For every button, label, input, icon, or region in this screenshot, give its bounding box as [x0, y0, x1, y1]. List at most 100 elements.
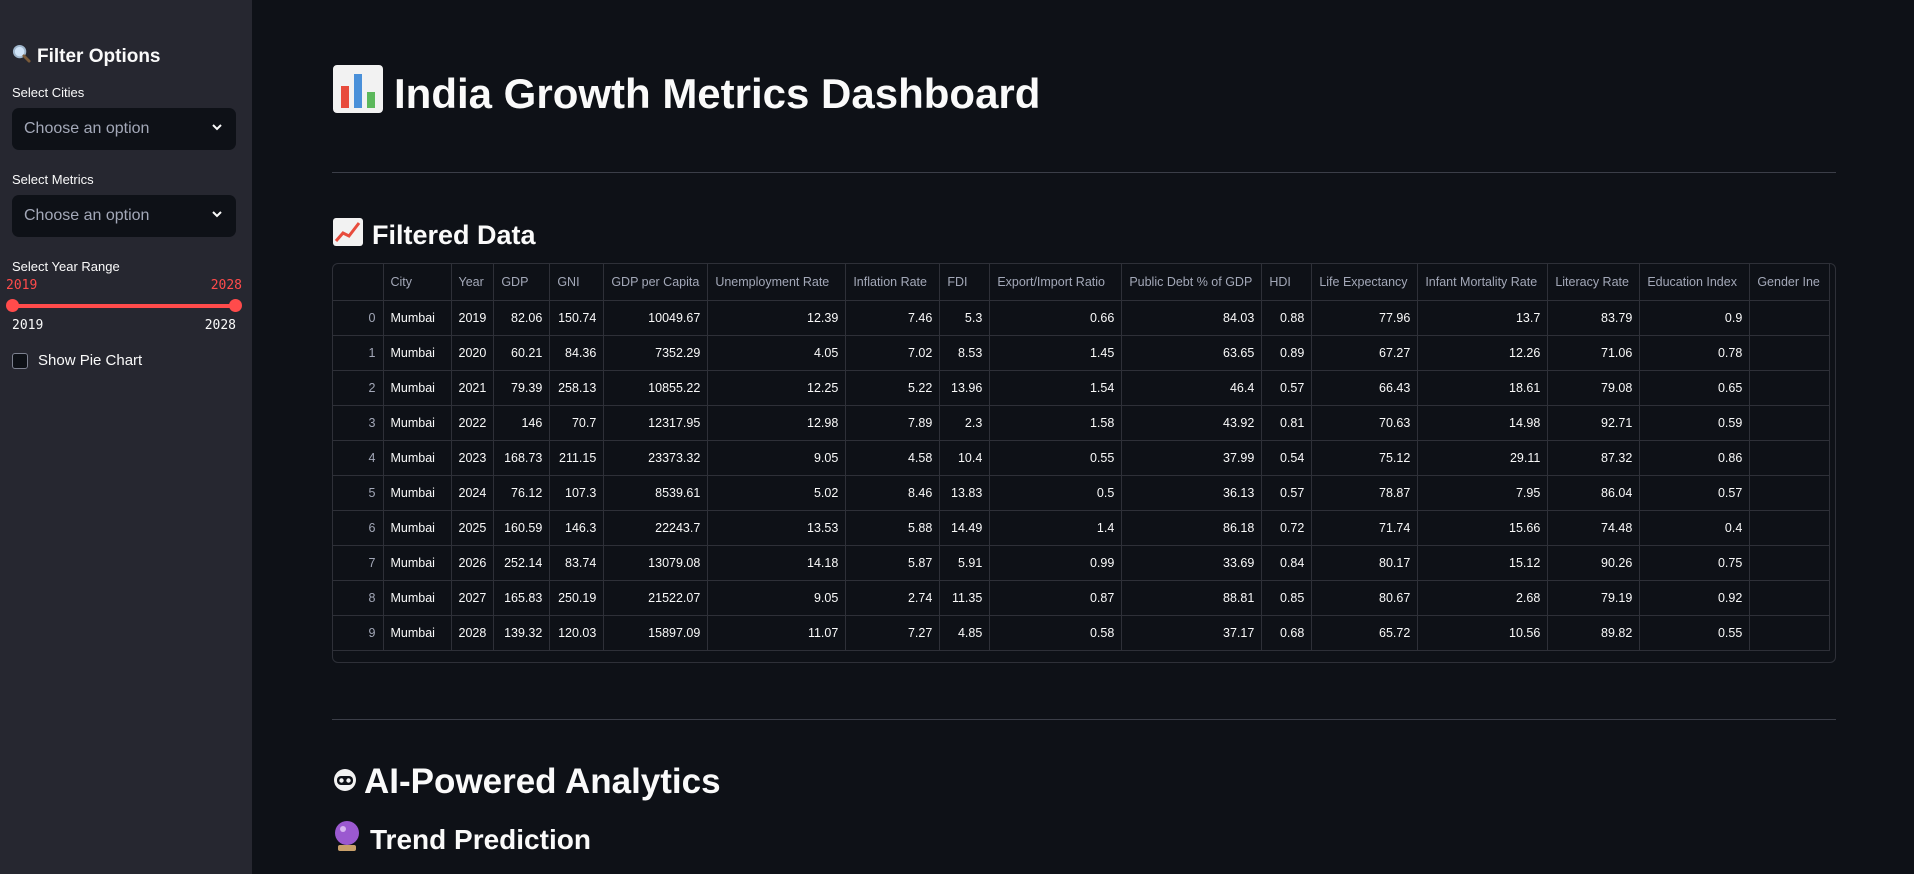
table-cell[interactable]: 14.49 — [939, 510, 991, 546]
table-cell[interactable]: 0.68 — [1261, 615, 1313, 651]
table-cell[interactable]: 165.83 — [493, 580, 551, 616]
row-index-cell[interactable]: 2 — [333, 370, 384, 406]
column-header[interactable]: GDP — [493, 264, 551, 301]
table-cell[interactable]: 0.92 — [1639, 580, 1751, 616]
table-cell[interactable]: Mumbai — [383, 440, 452, 476]
table-cell[interactable]: 84.36 — [549, 335, 605, 371]
table-cell[interactable]: 36.13 — [1121, 475, 1263, 511]
table-cell[interactable]: 70.7 — [549, 405, 605, 441]
table-cell[interactable]: 80.67 — [1311, 580, 1419, 616]
table-cell[interactable]: 65.72 — [1311, 615, 1419, 651]
table-cell[interactable]: 146.3 — [549, 510, 605, 546]
table-cell[interactable]: 0.55 — [989, 440, 1123, 476]
table-cell[interactable]: 150.74 — [549, 300, 605, 336]
table-cell[interactable]: 1.4 — [989, 510, 1123, 546]
table-cell[interactable]: 252.14 — [493, 545, 551, 581]
table-cell[interactable]: 37.99 — [1121, 440, 1263, 476]
table-cell[interactable]: 139.32 — [493, 615, 551, 651]
table-cell[interactable]: 2.68 — [1417, 580, 1549, 616]
table-cell[interactable]: 107.3 — [549, 475, 605, 511]
table-cell[interactable]: 12.39 — [707, 300, 847, 336]
table-cell[interactable]: 79.19 — [1547, 580, 1641, 616]
table-cell[interactable]: 0.87 — [989, 580, 1123, 616]
table-row[interactable]: 0 Mumbai 2019 82.06 150.74 10049.67 12.39 7.46 5… — [333, 300, 1831, 336]
table-cell[interactable]: 88.81 — [1121, 580, 1263, 616]
table-cell[interactable]: 7.46 — [845, 300, 941, 336]
column-header[interactable]: Infant Mortality Rate — [1417, 264, 1549, 301]
table-cell[interactable]: 0.54 — [1261, 440, 1313, 476]
table-cell[interactable]: Mumbai — [383, 300, 452, 336]
column-header[interactable]: Export/Import Ratio — [989, 264, 1123, 301]
table-cell[interactable]: 11.07 — [707, 615, 847, 651]
table-cell[interactable]: 5.91 — [939, 545, 991, 581]
table-cell[interactable]: 7.89 — [845, 405, 941, 441]
table-cell[interactable]: 23373.32 — [603, 440, 709, 476]
table-cell[interactable]: 12.98 — [707, 405, 847, 441]
table-cell[interactable]: 8.46 — [845, 475, 941, 511]
table-cell[interactable]: 0.78 — [1639, 335, 1751, 371]
table-cell[interactable]: 90.26 — [1547, 545, 1641, 581]
table-cell[interactable]: 0.57 — [1261, 370, 1313, 406]
table-cell[interactable]: 0.88 — [1261, 300, 1313, 336]
table-cell[interactable]: 2026 — [451, 545, 495, 581]
table-cell[interactable] — [1749, 405, 1831, 441]
year-range-slider[interactable]: 2019 2028 2019 2028 — [6, 278, 242, 338]
table-cell[interactable]: 0.89 — [1261, 335, 1313, 371]
table-cell[interactable]: 7352.29 — [603, 335, 709, 371]
table-cell[interactable]: 120.03 — [549, 615, 605, 651]
table-cell[interactable]: 7.27 — [845, 615, 941, 651]
table-cell[interactable]: 168.73 — [493, 440, 551, 476]
pie-chart-checkbox[interactable] — [12, 352, 28, 369]
data-table[interactable]: City Year GDP GNI GDP per Capita Unemployment… — [332, 263, 1836, 663]
table-cell[interactable]: 13079.08 — [603, 545, 709, 581]
table-row[interactable]: 9 Mumbai 2028 139.32 120.03 15897.09 11.07 7.27… — [333, 615, 1831, 651]
table-cell[interactable]: 0.66 — [989, 300, 1123, 336]
table-cell[interactable]: 14.18 — [707, 545, 847, 581]
table-cell[interactable]: 60.21 — [493, 335, 551, 371]
row-index-cell[interactable]: 7 — [333, 545, 384, 581]
table-cell[interactable]: 8.53 — [939, 335, 991, 371]
table-cell[interactable]: 80.17 — [1311, 545, 1419, 581]
column-header[interactable]: GDP per Capita — [603, 264, 709, 301]
table-cell[interactable]: 0.58 — [989, 615, 1123, 651]
table-cell[interactable]: Mumbai — [383, 370, 452, 406]
table-cell[interactable]: 11.35 — [939, 580, 991, 616]
column-header[interactable]: Public Debt % of GDP — [1121, 264, 1263, 301]
table-cell[interactable]: Mumbai — [383, 405, 452, 441]
table-cell[interactable] — [1749, 335, 1831, 371]
table-cell[interactable]: 13.96 — [939, 370, 991, 406]
row-index-cell[interactable]: 3 — [333, 405, 384, 441]
table-cell[interactable]: 13.53 — [707, 510, 847, 546]
column-header[interactable]: Education Index — [1639, 264, 1751, 301]
table-cell[interactable]: 86.04 — [1547, 475, 1641, 511]
table-cell[interactable]: 0.86 — [1639, 440, 1751, 476]
column-header[interactable]: GNI — [549, 264, 605, 301]
table-cell[interactable]: 5.02 — [707, 475, 847, 511]
column-header[interactable]: FDI — [939, 264, 991, 301]
table-cell[interactable]: 10855.22 — [603, 370, 709, 406]
table-cell[interactable]: 21522.07 — [603, 580, 709, 616]
metrics-select[interactable]: Choose an option — [12, 195, 236, 237]
table-cell[interactable]: 2028 — [451, 615, 495, 651]
table-cell[interactable]: 43.92 — [1121, 405, 1263, 441]
table-cell[interactable]: 1.45 — [989, 335, 1123, 371]
pie-chart-toggle[interactable]: Show Pie Chart — [12, 352, 240, 369]
table-cell[interactable]: 0.81 — [1261, 405, 1313, 441]
table-cell[interactable]: 8539.61 — [603, 475, 709, 511]
table-cell[interactable]: 78.87 — [1311, 475, 1419, 511]
table-cell[interactable]: 18.61 — [1417, 370, 1549, 406]
table-cell[interactable]: 77.96 — [1311, 300, 1419, 336]
table-cell[interactable]: 0.99 — [989, 545, 1123, 581]
cities-select[interactable]: Choose an option — [12, 108, 236, 150]
table-cell[interactable]: Mumbai — [383, 545, 452, 581]
table-cell[interactable] — [1749, 440, 1831, 476]
table-cell[interactable]: 0.75 — [1639, 545, 1751, 581]
table-cell[interactable]: 0.5 — [989, 475, 1123, 511]
table-cell[interactable]: 0.59 — [1639, 405, 1751, 441]
table-cell[interactable]: 13.83 — [939, 475, 991, 511]
table-cell[interactable]: Mumbai — [383, 475, 452, 511]
table-cell[interactable]: 2021 — [451, 370, 495, 406]
row-index-cell[interactable]: 8 — [333, 580, 384, 616]
table-row[interactable]: 5 Mumbai 2024 76.12 107.3 8539.61 5.02 8.46 13.8… — [333, 475, 1831, 511]
table-cell[interactable]: 86.18 — [1121, 510, 1263, 546]
